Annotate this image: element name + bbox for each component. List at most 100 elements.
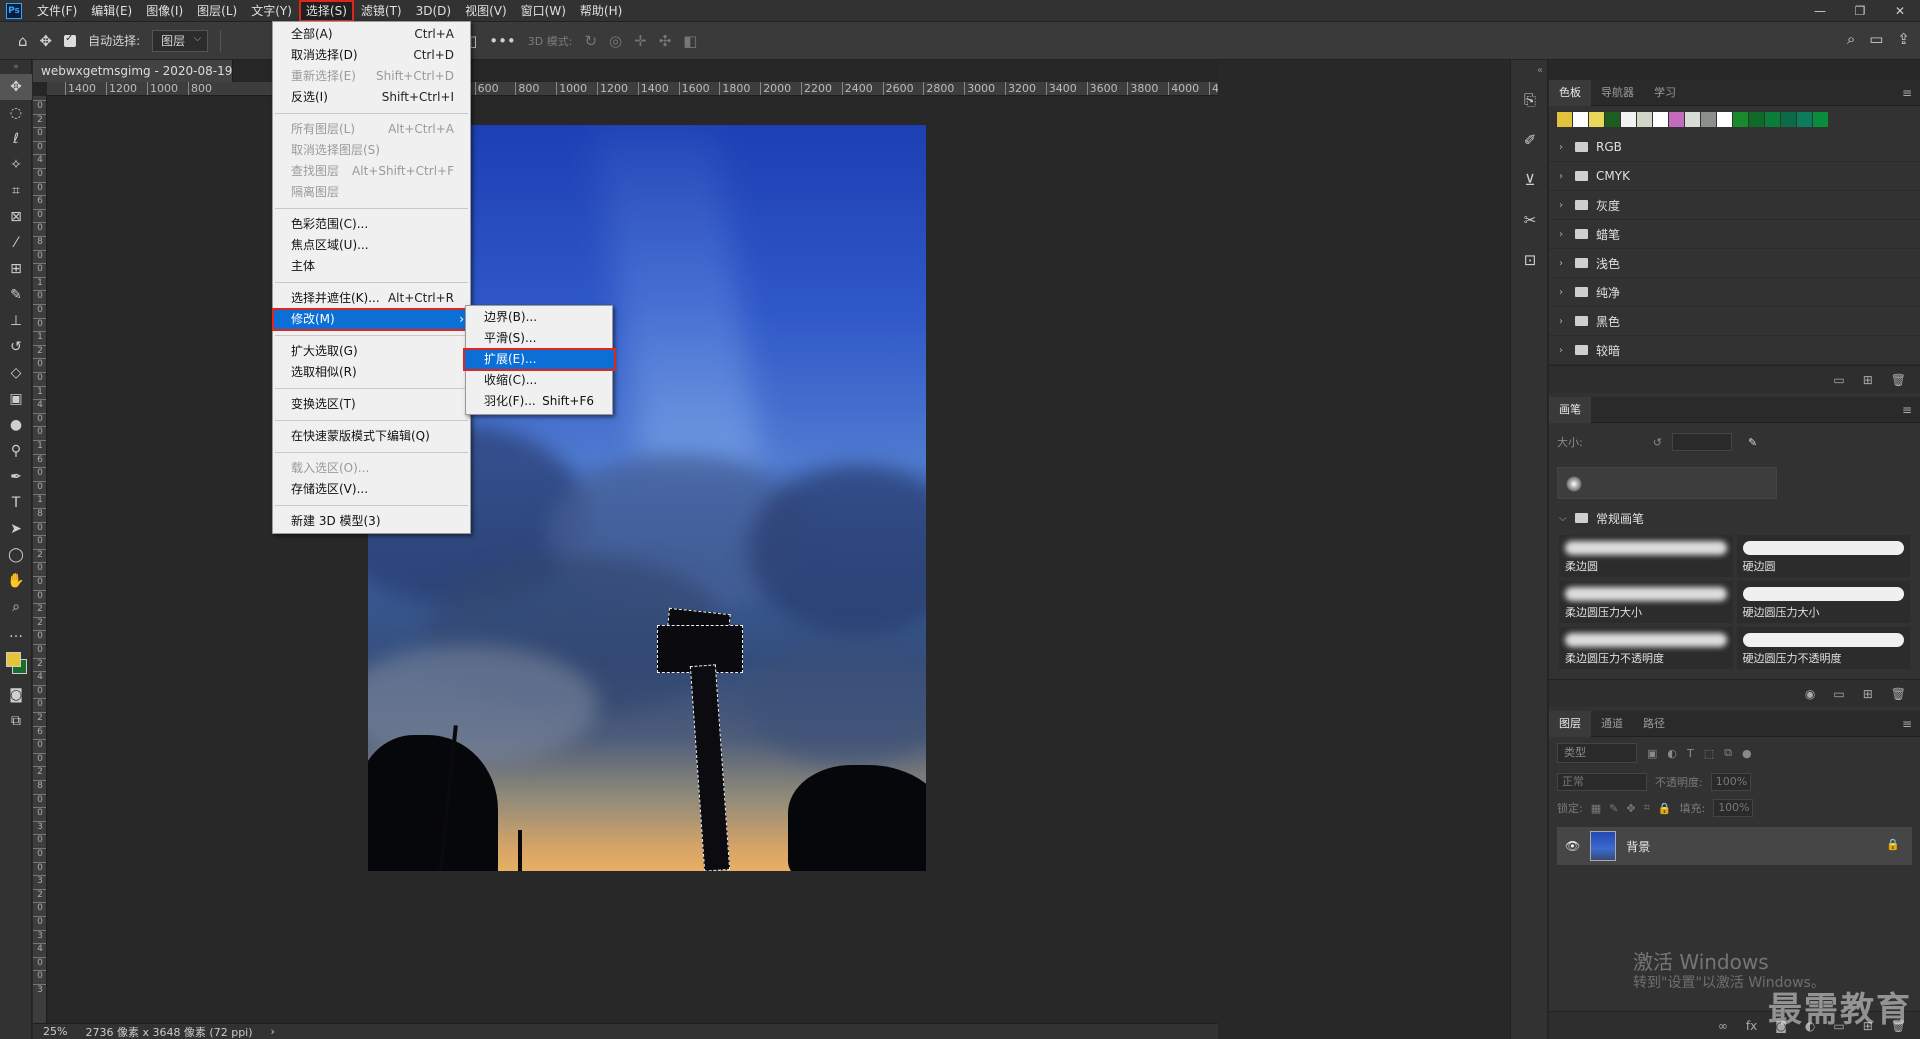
swatch-folder[interactable]: › RGB [1549,133,1920,162]
history-panel-icon[interactable]: ⎘ [1511,80,1549,120]
select-menu-item[interactable]: 存储选区(V)... [273,479,470,500]
shape-tool-icon[interactable]: ◯ [0,542,32,568]
blend-mode-select[interactable]: 正常 [1557,773,1647,791]
select-menu-item[interactable]: 全部(A) Ctrl+A [273,24,470,45]
filter-pixel-icon[interactable]: ▣ [1647,747,1657,760]
color-swatch[interactable] [1685,112,1700,127]
lock-position-icon[interactable]: ✥ [1626,802,1635,815]
menu-item[interactable]: 文件(F) [30,0,84,22]
minimize-button[interactable]: — [1800,0,1840,22]
color-swatch[interactable] [1797,112,1812,127]
swatch-folder[interactable]: › 较暗 [1549,336,1920,365]
fill-input[interactable]: 100% [1713,799,1754,817]
new-brush-icon[interactable]: ⊞ [1863,687,1873,701]
history-brush-tool-icon[interactable]: ↺ [0,334,32,360]
marquee-tool-icon[interactable]: ◌ [0,100,32,126]
quick-mask-icon[interactable]: ◙ [0,682,32,708]
brush-preset[interactable]: 柔边圆 [1559,535,1733,577]
expand-toolbar-icon[interactable]: » [0,60,32,74]
chevron-right-icon[interactable]: › [1559,171,1567,182]
color-swatch[interactable] [1637,112,1652,127]
menu-item[interactable]: 帮助(H) [573,0,629,22]
swatch-folder[interactable]: › 浅色 [1549,249,1920,278]
color-swatch[interactable] [1701,112,1716,127]
workspace-icon[interactable]: ▭ [1869,30,1883,48]
new-group-icon[interactable]: ▭ [1833,373,1844,387]
screen-mode-icon[interactable]: ⧉ [0,708,32,734]
lock-transparent-icon[interactable]: ▦ [1591,802,1601,815]
path-selection-tool-icon[interactable]: ➤ [0,516,32,542]
chevron-right-icon[interactable]: › [1559,258,1567,269]
panel-tab[interactable]: 导航器 [1591,80,1644,106]
brush-group-header[interactable]: ⌵ 常规画笔 [1549,505,1920,531]
swatch-folder[interactable]: › 蜡笔 [1549,220,1920,249]
clone-source-icon[interactable]: ⊻ [1511,160,1549,200]
select-menu-item[interactable]: 在快速蒙版模式下编辑(Q) [273,426,470,447]
modify-submenu-item[interactable]: 扩展(E)... [463,348,616,371]
layer-row-background[interactable]: 👁 背景 🔒 [1557,827,1912,865]
brush-tool-icon[interactable]: ✎ [0,282,32,308]
move-tool-icon[interactable]: ✥ [40,32,53,50]
layer-filter-input[interactable]: 类型 [1557,743,1637,763]
filter-smart-object-icon[interactable]: ⧉ [1724,746,1732,760]
chevron-right-icon[interactable]: › [1559,316,1567,327]
frame-tool-icon[interactable]: ⊠ [0,204,32,230]
menu-item[interactable]: 滤镜(T) [354,0,409,22]
zoom-tool-icon[interactable]: ⌕ [0,594,32,620]
menu-item[interactable]: 图像(I) [139,0,190,22]
color-swatch[interactable] [1605,112,1620,127]
hand-tool-icon[interactable]: ✋ [0,568,32,594]
eraser-tool-icon[interactable]: ◇ [0,360,32,386]
brush-size-input[interactable] [1671,433,1732,451]
modify-submenu-item[interactable]: 边界(B)... [466,307,612,328]
foreground-color-swatch[interactable] [6,652,21,667]
reset-icon[interactable]: ↺ [1653,436,1662,449]
filter-shape-icon[interactable]: ⬚ [1704,747,1714,760]
panel-tab[interactable]: 图层 [1549,710,1591,737]
lock-image-icon[interactable]: ✎ [1609,802,1618,815]
panel-tab[interactable]: 路径 [1633,711,1675,737]
brush-preview[interactable] [1557,467,1777,499]
brush-preset[interactable]: 柔边圆压力大小 [1559,581,1733,623]
modify-submenu-item[interactable]: 平滑(S)... [466,328,612,349]
tab-brushes[interactable]: 画笔 [1549,396,1591,423]
chevron-right-icon[interactable]: › [1559,142,1567,153]
delete-icon[interactable]: 🗑 [1891,373,1906,387]
select-menu-item[interactable]: 新建 3D 模型(3) [273,511,470,532]
select-menu-item[interactable]: 反选(I) Shift+Ctrl+I [273,87,470,108]
close-button[interactable]: ✕ [1880,0,1920,22]
menu-item[interactable]: 选择(S) [298,0,354,22]
color-swatch[interactable] [1557,112,1572,127]
panel-menu-icon[interactable]: ≡ [1902,80,1912,106]
document-tab[interactable]: webwxgetmsgimg - 2020-08-19T161923.1 [33,60,233,82]
modify-submenu-item[interactable]: 羽化(F)... Shift+F6 [466,391,612,412]
color-swatch[interactable] [1781,112,1796,127]
color-swatch[interactable] [1749,112,1764,127]
new-swatch-icon[interactable]: ⊞ [1863,373,1873,387]
brush-preset[interactable]: 柔边圆压力不透明度 [1559,627,1733,669]
lock-all-icon[interactable]: 🔒 [1658,802,1672,815]
menu-item[interactable]: 窗口(W) [514,0,573,22]
color-swatch[interactable] [1813,112,1828,127]
restore-button[interactable]: ❐ [1840,0,1880,22]
collapse-panels-icon[interactable]: « [1511,60,1549,80]
filter-adjustment-icon[interactable]: ◐ [1667,747,1677,760]
home-icon[interactable]: ⌂ [18,32,28,50]
canvas[interactable] [48,97,1218,1023]
select-menu-item[interactable]: 取消选择(D) Ctrl+D [273,45,470,66]
color-swatch[interactable] [1589,112,1604,127]
chevron-right-icon[interactable]: › [1559,345,1567,356]
auto-select-checkbox[interactable] [64,33,77,47]
select-menu-item[interactable]: 选择并遮住(K)... Alt+Ctrl+R [273,288,470,309]
healing-tool-icon[interactable]: ⊞ [0,256,32,282]
color-swatch[interactable] [1653,112,1668,127]
status-expand-icon[interactable]: › [271,1025,275,1038]
layer-style-icon[interactable]: fx [1746,1019,1757,1033]
brush-preset[interactable]: 硬边圆 [1736,535,1910,577]
modify-submenu-item[interactable]: 收缩(C)... [466,370,612,391]
chevron-right-icon[interactable]: › [1559,200,1567,211]
select-menu-item[interactable]: 选取相似(R) [273,362,470,383]
opacity-input[interactable]: 100% [1710,773,1751,791]
toggle-visibility-icon[interactable]: ◉ [1805,687,1815,701]
more-options-icon[interactable]: ••• [489,32,516,50]
